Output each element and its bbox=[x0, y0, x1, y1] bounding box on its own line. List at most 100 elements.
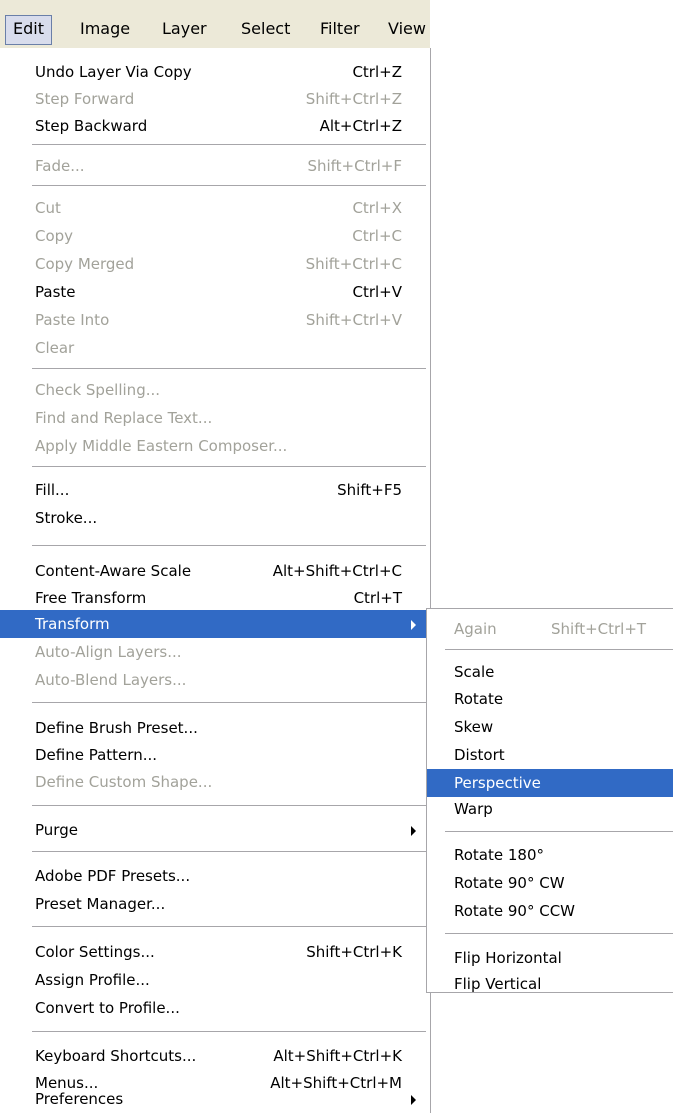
menu-item-label: Auto-Align Layers... bbox=[35, 643, 182, 661]
menu-item-shortcut: Shift+Ctrl+Z bbox=[305, 90, 402, 108]
menu-item-transform[interactable]: Transform bbox=[0, 610, 430, 638]
menu-item-label: Fade... bbox=[35, 157, 85, 175]
menu-item-label: Content-Aware Scale bbox=[35, 562, 192, 580]
menu-item-auto-align-layers[interactable]: Auto-Align Layers... bbox=[0, 638, 430, 666]
menu-filter-label: Filter bbox=[320, 19, 360, 38]
menu-item-adobe-pdf-presets[interactable]: Adobe PDF Presets... bbox=[0, 862, 430, 890]
submenu-item-shortcut: Shift+Ctrl+T bbox=[551, 620, 647, 638]
menu-item-copy-merged[interactable]: Copy Merged Shift+Ctrl+C bbox=[0, 250, 430, 278]
menu-item-label: Clear bbox=[35, 339, 75, 357]
submenu-item-rotate-90-ccw[interactable]: Rotate 90° CCW bbox=[427, 897, 673, 925]
menu-item-label: Step Backward bbox=[35, 117, 148, 135]
menu-layer[interactable]: Layer bbox=[155, 15, 214, 43]
submenu-item-label: Warp bbox=[454, 800, 493, 818]
menu-item-label: Undo Layer Via Copy bbox=[35, 63, 192, 81]
menu-item-paste-into[interactable]: Paste Into Shift+Ctrl+V bbox=[0, 306, 430, 334]
menu-item-shortcut: Ctrl+T bbox=[353, 589, 402, 607]
menu-item-color-settings[interactable]: Color Settings... Shift+Ctrl+K bbox=[0, 938, 430, 966]
submenu-item-label: Scale bbox=[454, 663, 495, 681]
submenu-item-label: Rotate 180° bbox=[454, 846, 545, 864]
menu-item-check-spelling[interactable]: Check Spelling... bbox=[0, 376, 430, 404]
menu-item-define-pattern[interactable]: Define Pattern... bbox=[0, 741, 430, 769]
menu-item-undo-layer-via-copy[interactable]: Undo Layer Via Copy Ctrl+Z bbox=[0, 58, 430, 86]
menu-item-shortcut: Shift+Ctrl+F bbox=[307, 157, 402, 175]
menu-item-label: Check Spelling... bbox=[35, 381, 161, 399]
menu-view-label: View bbox=[388, 19, 426, 38]
menu-item-assign-profile[interactable]: Assign Profile... bbox=[0, 966, 430, 994]
menu-item-cut[interactable]: Cut Ctrl+X bbox=[0, 194, 430, 222]
submenu-item-skew[interactable]: Skew bbox=[427, 713, 673, 741]
menu-item-free-transform[interactable]: Free Transform Ctrl+T bbox=[0, 584, 430, 612]
menu-item-label: Cut bbox=[35, 199, 61, 217]
menu-item-fill[interactable]: Fill... Shift+F5 bbox=[0, 476, 430, 504]
menu-item-define-brush-preset[interactable]: Define Brush Preset... bbox=[0, 714, 430, 742]
menu-item-label: Preferences bbox=[35, 1090, 124, 1108]
submenu-item-rotate-90-cw[interactable]: Rotate 90° CW bbox=[427, 869, 673, 897]
submenu-item-rotate[interactable]: Rotate bbox=[427, 685, 673, 713]
menu-edit[interactable]: Edit bbox=[5, 15, 52, 45]
menu-item-label: Copy bbox=[35, 227, 74, 245]
menu-item-middle-eastern-composer[interactable]: Apply Middle Eastern Composer... bbox=[0, 432, 430, 460]
menu-edit-label: Edit bbox=[13, 19, 44, 38]
menu-item-shortcut: Shift+Ctrl+V bbox=[305, 311, 402, 329]
submenu-item-perspective[interactable]: Perspective bbox=[427, 769, 673, 797]
submenu-item-scale[interactable]: Scale bbox=[427, 658, 673, 686]
menu-item-fade[interactable]: Fade... Shift+Ctrl+F bbox=[0, 152, 430, 180]
menu-item-label: Define Custom Shape... bbox=[35, 773, 213, 791]
menu-separator bbox=[32, 926, 426, 928]
menu-item-step-forward[interactable]: Step Forward Shift+Ctrl+Z bbox=[0, 85, 430, 113]
submenu-separator bbox=[445, 831, 673, 832]
menu-item-shortcut: Shift+F5 bbox=[337, 481, 402, 499]
submenu-item-distort[interactable]: Distort bbox=[427, 741, 673, 769]
menu-item-shortcut: Ctrl+C bbox=[352, 227, 402, 245]
menu-item-label: Copy Merged bbox=[35, 255, 135, 273]
submenu-item-label: Flip Horizontal bbox=[454, 949, 562, 967]
menu-item-label: Preset Manager... bbox=[35, 895, 166, 913]
menu-select-label: Select bbox=[241, 19, 291, 38]
menu-item-label: Free Transform bbox=[35, 589, 147, 607]
menu-item-shortcut: Shift+Ctrl+C bbox=[305, 255, 402, 273]
submenu-item-label: Rotate bbox=[454, 690, 504, 708]
menu-item-copy[interactable]: Copy Ctrl+C bbox=[0, 222, 430, 250]
menu-item-label: Step Forward bbox=[35, 90, 135, 108]
submenu-item-flip-horizontal[interactable]: Flip Horizontal bbox=[427, 944, 673, 972]
menu-bar: Edit Image Layer Select Filter View bbox=[0, 0, 430, 49]
menu-item-label: Find and Replace Text... bbox=[35, 409, 213, 427]
menu-item-stroke[interactable]: Stroke... bbox=[0, 504, 430, 532]
menu-item-preset-manager[interactable]: Preset Manager... bbox=[0, 890, 430, 918]
triangle-right-icon bbox=[411, 1095, 416, 1105]
menu-separator bbox=[32, 144, 426, 146]
menu-item-define-custom-shape[interactable]: Define Custom Shape... bbox=[0, 768, 430, 796]
menu-item-convert-to-profile[interactable]: Convert to Profile... bbox=[0, 994, 430, 1022]
menu-item-paste[interactable]: Paste Ctrl+V bbox=[0, 278, 430, 306]
menu-separator bbox=[32, 368, 426, 370]
menu-select[interactable]: Select bbox=[234, 15, 297, 43]
menu-separator bbox=[32, 185, 426, 187]
menu-separator bbox=[32, 805, 426, 807]
submenu-item-label: Perspective bbox=[454, 774, 541, 792]
menu-item-shortcut: Alt+Ctrl+Z bbox=[319, 117, 402, 135]
menu-item-label: Convert to Profile... bbox=[35, 999, 180, 1017]
menu-item-keyboard-shortcuts[interactable]: Keyboard Shortcuts... Alt+Shift+Ctrl+K bbox=[0, 1042, 430, 1070]
submenu-item-label: Flip Vertical bbox=[454, 975, 542, 993]
submenu-item-rotate-180[interactable]: Rotate 180° bbox=[427, 841, 673, 869]
submenu-item-again[interactable]: Again Shift+Ctrl+T bbox=[427, 615, 673, 643]
submenu-item-label: Rotate 90° CCW bbox=[454, 902, 576, 920]
menu-separator bbox=[32, 545, 426, 547]
menu-item-clear[interactable]: Clear bbox=[0, 334, 430, 362]
submenu-item-warp[interactable]: Warp bbox=[427, 795, 673, 823]
menu-item-purge[interactable]: Purge bbox=[0, 816, 430, 844]
menu-item-content-aware-scale[interactable]: Content-Aware Scale Alt+Shift+Ctrl+C bbox=[0, 557, 430, 585]
submenu-separator bbox=[445, 933, 673, 934]
menu-item-label: Keyboard Shortcuts... bbox=[35, 1047, 197, 1065]
menu-image[interactable]: Image bbox=[73, 15, 137, 43]
menu-view[interactable]: View bbox=[381, 15, 433, 43]
submenu-item-flip-vertical[interactable]: Flip Vertical bbox=[427, 970, 673, 998]
menu-separator bbox=[32, 851, 426, 853]
menu-layer-label: Layer bbox=[162, 19, 207, 38]
menu-filter[interactable]: Filter bbox=[313, 15, 367, 43]
menu-item-step-backward[interactable]: Step Backward Alt+Ctrl+Z bbox=[0, 112, 430, 140]
menu-item-auto-blend-layers[interactable]: Auto-Blend Layers... bbox=[0, 666, 430, 694]
menu-item-find-replace-text[interactable]: Find and Replace Text... bbox=[0, 404, 430, 432]
menu-item-preferences[interactable]: Preferences bbox=[0, 1085, 430, 1113]
